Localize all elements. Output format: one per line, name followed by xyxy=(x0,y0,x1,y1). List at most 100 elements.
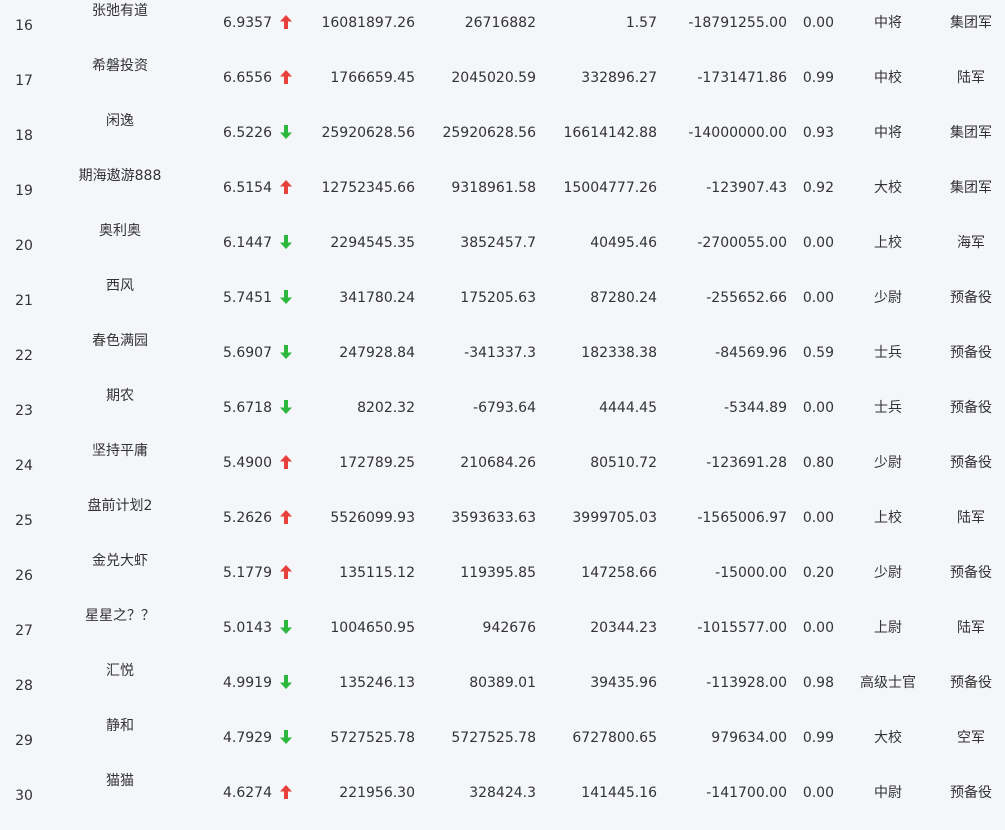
table-row[interactable]: 20 奥利奥 6.1447 2294545.35 3852457.7 40495… xyxy=(0,222,1005,280)
branch-label: 预备役 xyxy=(950,675,992,691)
ratio-value: 0.98 xyxy=(802,675,834,691)
rank-title: 中将 xyxy=(874,15,902,31)
table-row[interactable]: 18 闲逸 6.5226 25920628.56 25920628.56 166… xyxy=(0,112,1005,170)
table-row[interactable]: 26 金兑大虾 5.1779 135115.12 119395.85 14725… xyxy=(0,552,1005,610)
trader-name[interactable]: 期农 xyxy=(60,387,180,405)
rank-number: 26 xyxy=(15,568,33,584)
value-col-1: 16081897.26 xyxy=(321,15,415,31)
value-col-2: 25920628.56 xyxy=(442,125,536,141)
value-col-4: -123907.43 xyxy=(706,180,787,196)
trader-name[interactable]: 坚持平庸 xyxy=(60,442,180,460)
rank-number: 22 xyxy=(15,348,33,364)
score-value: 4.7929 xyxy=(223,730,272,746)
value-col-2: -6793.64 xyxy=(473,400,536,416)
branch-label: 集团军 xyxy=(950,180,992,196)
rank-title: 上校 xyxy=(874,235,902,251)
value-col-3: 39435.96 xyxy=(590,675,657,691)
rank-number: 17 xyxy=(15,73,33,89)
rank-title: 少尉 xyxy=(874,565,902,581)
table-row[interactable]: 17 希磐投资 6.6556 1766659.45 2045020.59 332… xyxy=(0,57,1005,115)
value-col-2: 2045020.59 xyxy=(451,70,536,86)
trader-name[interactable]: 盘前计划2 xyxy=(60,497,180,515)
value-col-3: 4444.45 xyxy=(599,400,657,416)
value-col-4: -141700.00 xyxy=(706,785,787,801)
value-col-3: 20344.23 xyxy=(590,620,657,636)
value-col-3: 141445.16 xyxy=(581,785,657,801)
ratio-value: 0.99 xyxy=(802,730,834,746)
score-value: 6.9357 xyxy=(223,15,272,31)
value-col-4: -2700055.00 xyxy=(697,235,787,251)
value-col-1: 221956.30 xyxy=(339,785,415,801)
table-row[interactable]: 29 静和 4.7929 5727525.78 5727525.78 67278… xyxy=(0,717,1005,775)
value-col-3: 87280.24 xyxy=(590,290,657,306)
rank-title: 大校 xyxy=(874,180,902,196)
trader-name[interactable]: 期海遨游888 xyxy=(60,167,180,185)
value-col-4: -255652.66 xyxy=(706,290,787,306)
table-row[interactable]: 22 春色满园 5.6907 247928.84 -341337.3 18233… xyxy=(0,332,1005,390)
score-value: 5.6718 xyxy=(223,400,272,416)
value-col-1: 135115.12 xyxy=(339,565,415,581)
score-value: 5.7451 xyxy=(223,290,272,306)
table-row[interactable]: 28 汇悦 4.9919 135246.13 80389.01 39435.96… xyxy=(0,662,1005,720)
score-value: 5.6907 xyxy=(223,345,272,361)
score-value: 6.1447 xyxy=(223,235,272,251)
table-row[interactable]: 30 猫猫 4.6274 221956.30 328424.3 141445.1… xyxy=(0,772,1005,830)
value-col-4: -5344.89 xyxy=(724,400,787,416)
trader-name[interactable]: 张弛有道 xyxy=(60,2,180,20)
branch-label: 空军 xyxy=(957,730,985,746)
ratio-value: 0.00 xyxy=(802,235,834,251)
trader-name[interactable]: 星星之？？ xyxy=(60,607,180,625)
arrow-down-icon xyxy=(280,344,294,362)
value-col-4: -84569.96 xyxy=(715,345,787,361)
value-col-1: 25920628.56 xyxy=(321,125,415,141)
value-col-2: 119395.85 xyxy=(460,565,536,581)
trader-name[interactable]: 静和 xyxy=(60,717,180,735)
table-row[interactable]: 19 期海遨游888 6.5154 12752345.66 9318961.58… xyxy=(0,167,1005,225)
score-value: 5.2626 xyxy=(223,510,272,526)
value-col-2: 210684.26 xyxy=(460,455,536,471)
ratio-value: 0.92 xyxy=(802,180,834,196)
value-col-3: 40495.46 xyxy=(590,235,657,251)
score-value: 5.4900 xyxy=(223,455,272,471)
value-col-1: 247928.84 xyxy=(339,345,415,361)
value-col-4: -1015577.00 xyxy=(697,620,787,636)
value-col-1: 172789.25 xyxy=(339,455,415,471)
value-col-2: 3852457.7 xyxy=(460,235,536,251)
table-row[interactable]: 21 西风 5.7451 341780.24 175205.63 87280.2… xyxy=(0,277,1005,335)
rank-number: 28 xyxy=(15,678,33,694)
value-col-2: 3593633.63 xyxy=(451,510,536,526)
ratio-value: 0.00 xyxy=(802,620,834,636)
trader-name[interactable]: 汇悦 xyxy=(60,662,180,680)
value-col-3: 6727800.65 xyxy=(572,730,657,746)
arrow-down-icon xyxy=(280,674,294,692)
trader-name[interactable]: 闲逸 xyxy=(60,112,180,130)
trader-name[interactable]: 希磐投资 xyxy=(60,57,180,75)
trader-name[interactable]: 春色满园 xyxy=(60,332,180,350)
ratio-value: 0.00 xyxy=(802,15,834,31)
rank-number: 16 xyxy=(15,18,33,34)
trader-name[interactable]: 西风 xyxy=(60,277,180,295)
value-col-1: 5727525.78 xyxy=(330,730,415,746)
table-row[interactable]: 23 期农 5.6718 8202.32 -6793.64 4444.45 -5… xyxy=(0,387,1005,445)
value-col-1: 1004650.95 xyxy=(330,620,415,636)
value-col-4: -15000.00 xyxy=(715,565,787,581)
trader-name[interactable]: 猫猫 xyxy=(60,772,180,790)
trader-name[interactable]: 金兑大虾 xyxy=(60,552,180,570)
arrow-up-icon xyxy=(280,179,294,197)
value-col-1: 135246.13 xyxy=(339,675,415,691)
table-row[interactable]: 25 盘前计划2 5.2626 5526099.93 3593633.63 39… xyxy=(0,497,1005,555)
ratio-value: 0.00 xyxy=(802,510,834,526)
rank-number: 20 xyxy=(15,238,33,254)
score-value: 4.9919 xyxy=(223,675,272,691)
value-col-4: 979634.00 xyxy=(711,730,787,746)
table-row[interactable]: 16 张弛有道 6.9357 16081897.26 26716882 1.57… xyxy=(0,2,1005,60)
branch-label: 陆军 xyxy=(957,70,985,86)
value-col-4: -1565006.97 xyxy=(697,510,787,526)
table-row[interactable]: 24 坚持平庸 5.4900 172789.25 210684.26 80510… xyxy=(0,442,1005,500)
value-col-4: -14000000.00 xyxy=(688,125,787,141)
rank-title: 上尉 xyxy=(874,620,902,636)
ratio-value: 0.93 xyxy=(802,125,834,141)
trader-name[interactable]: 奥利奥 xyxy=(60,222,180,240)
table-row[interactable]: 27 星星之？？ 5.0143 1004650.95 942676 20344.… xyxy=(0,607,1005,665)
value-col-2: 328424.3 xyxy=(469,785,536,801)
